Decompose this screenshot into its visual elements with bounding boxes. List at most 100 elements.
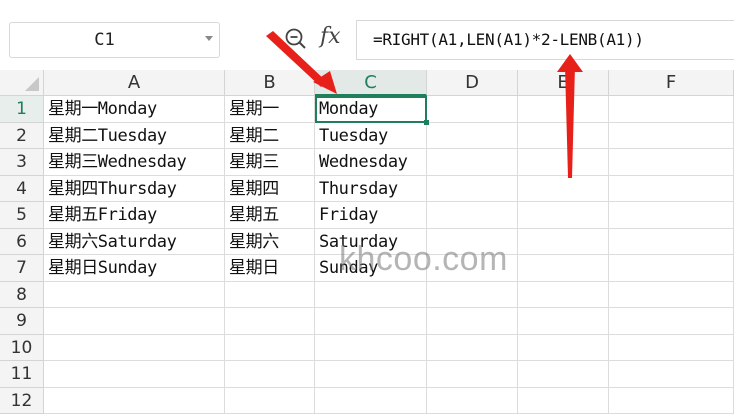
cell-e8[interactable] xyxy=(518,282,609,309)
row-header-8[interactable]: 8 xyxy=(0,282,44,309)
cell-f4[interactable] xyxy=(609,176,734,203)
cell-d12[interactable] xyxy=(427,388,518,414)
cell-d9[interactable] xyxy=(427,308,518,335)
row-header-10[interactable]: 10 xyxy=(0,335,44,362)
row-header-2[interactable]: 2 xyxy=(0,123,44,150)
cell-b12[interactable] xyxy=(225,388,315,414)
cell-d8[interactable] xyxy=(427,282,518,309)
cell-f2[interactable] xyxy=(609,123,734,150)
cell-a2[interactable]: 星期二Tuesday xyxy=(44,123,225,150)
cell-e1[interactable] xyxy=(518,96,609,123)
name-box[interactable]: C1 xyxy=(9,22,220,58)
column-header-c[interactable]: C xyxy=(315,70,427,96)
cell-f7[interactable] xyxy=(609,255,734,282)
cell-a10[interactable] xyxy=(44,335,225,362)
cell-f3[interactable] xyxy=(609,149,734,176)
cell-b2[interactable]: 星期二 xyxy=(225,123,315,150)
cell-c12[interactable] xyxy=(315,388,427,414)
cell-b1[interactable]: 星期一 xyxy=(225,96,315,123)
cell-f8[interactable] xyxy=(609,282,734,309)
column-header-e[interactable]: E xyxy=(518,70,609,96)
cell-d7[interactable] xyxy=(427,255,518,282)
cell-d3[interactable] xyxy=(427,149,518,176)
cell-f1[interactable] xyxy=(609,96,734,123)
cell-c9[interactable] xyxy=(315,308,427,335)
cell-b8[interactable] xyxy=(225,282,315,309)
row-header-12[interactable]: 12 xyxy=(0,388,44,414)
cell-e9[interactable] xyxy=(518,308,609,335)
cell-a5[interactable]: 星期五Friday xyxy=(44,202,225,229)
cell-b6[interactable]: 星期六 xyxy=(225,229,315,256)
cell-a11[interactable] xyxy=(44,361,225,388)
column-header-d[interactable]: D xyxy=(427,70,518,96)
cell-e2[interactable] xyxy=(518,123,609,150)
cell-c11[interactable] xyxy=(315,361,427,388)
cell-e7[interactable] xyxy=(518,255,609,282)
column-header-f[interactable]: F xyxy=(609,70,734,96)
cell-f12[interactable] xyxy=(609,388,734,414)
cell-a12[interactable] xyxy=(44,388,225,414)
cell-b11[interactable] xyxy=(225,361,315,388)
spreadsheet-grid: ABCDEF1星期一Monday星期一Monday2星期二Tuesday星期二T… xyxy=(0,70,734,409)
cell-e5[interactable] xyxy=(518,202,609,229)
select-all-corner[interactable] xyxy=(0,70,44,96)
row-header-7[interactable]: 7 xyxy=(0,255,44,282)
cell-b3[interactable]: 星期三 xyxy=(225,149,315,176)
formula-bar: C1 fx =RIGHT(A1,LEN(A1)*2-LENB(A1)) xyxy=(0,0,734,70)
name-box-value: C1 xyxy=(10,23,199,57)
cell-f10[interactable] xyxy=(609,335,734,362)
cell-c5[interactable]: Friday xyxy=(315,202,427,229)
cell-c3[interactable]: Wednesday xyxy=(315,149,427,176)
cell-e4[interactable] xyxy=(518,176,609,203)
row-header-9[interactable]: 9 xyxy=(0,308,44,335)
cell-c8[interactable] xyxy=(315,282,427,309)
row-header-6[interactable]: 6 xyxy=(0,229,44,256)
cell-e10[interactable] xyxy=(518,335,609,362)
cell-d6[interactable] xyxy=(427,229,518,256)
row-header-1[interactable]: 1 xyxy=(0,96,44,123)
cell-c2[interactable]: Tuesday xyxy=(315,123,427,150)
cell-b10[interactable] xyxy=(225,335,315,362)
cell-e11[interactable] xyxy=(518,361,609,388)
row-header-11[interactable]: 11 xyxy=(0,361,44,388)
cell-b7[interactable]: 星期日 xyxy=(225,255,315,282)
cell-b9[interactable] xyxy=(225,308,315,335)
cell-a3[interactable]: 星期三Wednesday xyxy=(44,149,225,176)
cell-a7[interactable]: 星期日Sunday xyxy=(44,255,225,282)
cell-a1[interactable]: 星期一Monday xyxy=(44,96,225,123)
cell-a6[interactable]: 星期六Saturday xyxy=(44,229,225,256)
cell-e6[interactable] xyxy=(518,229,609,256)
cell-c1[interactable]: Monday xyxy=(315,96,427,123)
cell-a8[interactable] xyxy=(44,282,225,309)
fx-icon[interactable]: fx xyxy=(320,24,341,49)
row-header-4[interactable]: 4 xyxy=(0,176,44,203)
cell-f5[interactable] xyxy=(609,202,734,229)
row-header-3[interactable]: 3 xyxy=(0,149,44,176)
cell-f6[interactable] xyxy=(609,229,734,256)
cell-b4[interactable]: 星期四 xyxy=(225,176,315,203)
zoom-icon[interactable] xyxy=(284,27,308,51)
cell-b5[interactable]: 星期五 xyxy=(225,202,315,229)
cell-a4[interactable]: 星期四Thursday xyxy=(44,176,225,203)
chevron-down-icon[interactable] xyxy=(205,36,213,41)
cell-d5[interactable] xyxy=(427,202,518,229)
cell-c10[interactable] xyxy=(315,335,427,362)
cell-d2[interactable] xyxy=(427,123,518,150)
cell-f11[interactable] xyxy=(609,361,734,388)
row-header-5[interactable]: 5 xyxy=(0,202,44,229)
cell-a9[interactable] xyxy=(44,308,225,335)
cell-e3[interactable] xyxy=(518,149,609,176)
cell-d1[interactable] xyxy=(427,96,518,123)
cell-d10[interactable] xyxy=(427,335,518,362)
cell-f9[interactable] xyxy=(609,308,734,335)
cell-e12[interactable] xyxy=(518,388,609,414)
cell-d11[interactable] xyxy=(427,361,518,388)
fill-handle[interactable] xyxy=(424,120,429,125)
cell-c6[interactable]: Saturday xyxy=(315,229,427,256)
cell-c4[interactable]: Thursday xyxy=(315,176,427,203)
cell-d4[interactable] xyxy=(427,176,518,203)
cell-c7[interactable]: Sunday xyxy=(315,255,427,282)
column-header-a[interactable]: A xyxy=(44,70,225,96)
formula-input[interactable]: =RIGHT(A1,LEN(A1)*2-LENB(A1)) xyxy=(356,20,734,60)
column-header-b[interactable]: B xyxy=(225,70,315,96)
